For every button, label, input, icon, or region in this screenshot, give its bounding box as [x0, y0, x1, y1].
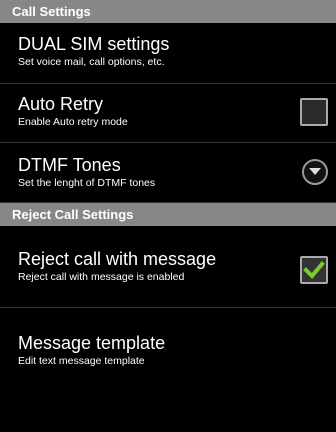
section-header-reject-call-settings: Reject Call Settings: [0, 203, 336, 226]
pref-summary: Set voice mail, call options, etc.: [18, 56, 165, 68]
pref-summary: Reject call with message is enabled: [18, 271, 185, 283]
pref-summary: Set the lenght of DTMF tones: [18, 177, 156, 189]
pref-title: Reject call with message: [18, 249, 217, 269]
pref-message-template[interactable]: Message template Edit text message templ…: [0, 308, 336, 372]
pref-title: DTMF Tones: [18, 155, 121, 175]
pref-summary: Edit text message template: [18, 355, 145, 367]
pref-auto-retry[interactable]: Auto Retry Enable Auto retry mode: [0, 84, 336, 143]
check-icon: [303, 261, 325, 279]
pref-dtmf-tones[interactable]: DTMF Tones Set the lenght of DTMF tones: [0, 143, 336, 203]
section-header-call-settings: Call Settings: [0, 0, 336, 23]
pref-dual-sim-settings[interactable]: DUAL SIM settings Set voice mail, call o…: [0, 23, 336, 84]
settings-screen: Call Settings DUAL SIM settings Set voic…: [0, 0, 336, 432]
pref-title: Auto Retry: [18, 94, 104, 114]
reject-call-checkbox[interactable]: [300, 256, 328, 284]
auto-retry-checkbox[interactable]: [300, 98, 328, 126]
dropdown-arrow-icon: [309, 168, 321, 175]
pref-title: DUAL SIM settings: [18, 34, 170, 54]
pref-reject-call-with-message[interactable]: Reject call with message Reject call wit…: [0, 226, 336, 308]
pref-summary: Enable Auto retry mode: [18, 116, 128, 128]
pref-title: Message template: [18, 333, 166, 353]
chevron-down-icon[interactable]: [302, 159, 328, 185]
